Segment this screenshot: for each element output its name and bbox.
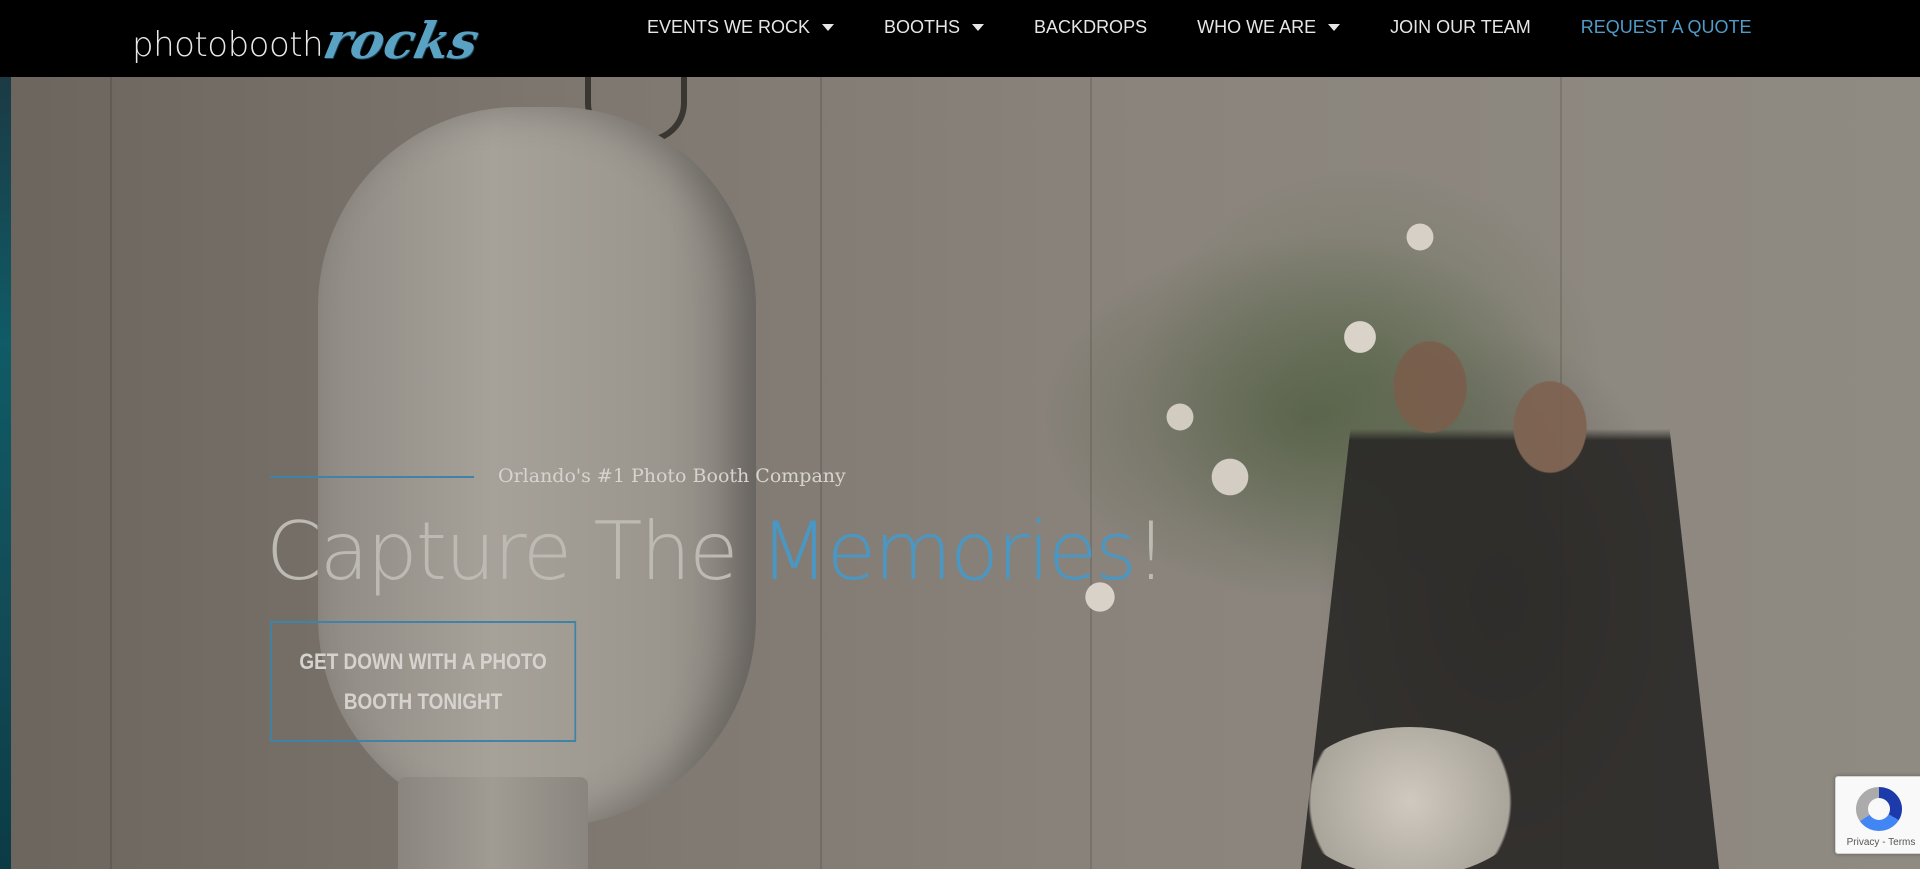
nav-label: BACKDROPS [1034,16,1148,37]
nav-label: BOOTHS [884,16,961,37]
caret-down-icon [1328,23,1341,31]
nav-label: WHO WE ARE [1197,16,1317,37]
headline-end: ! [1134,505,1167,598]
recaptcha-icon [1856,787,1902,831]
hero-headline: Capture The Memories! [266,512,1167,592]
nav-label: REQUEST A QUOTE [1580,16,1752,37]
nav-label: EVENTS WE ROCK [647,16,811,37]
cta-button[interactable]: GET DOWN WITH A PHOTO BOOTH TONIGHT [270,621,577,742]
nav-label: JOIN OUR TEAM [1390,16,1531,37]
nav-events-we-rock[interactable]: EVENTS WE ROCK [647,16,835,38]
nav-booths[interactable]: BOOTHS [884,16,985,38]
nav-join-our-team[interactable]: JOIN OUR TEAM [1390,17,1531,38]
caret-down-icon [972,23,985,31]
recaptcha-badge[interactable]: Privacy - Terms [1835,776,1920,854]
site-header: photobooth rocks EVENTS WE ROCK BOOTHS B… [0,0,1920,77]
nav-backdrops[interactable]: BACKDROPS [1034,17,1147,38]
nav-request-a-quote[interactable]: REQUEST A QUOTE [1581,17,1752,38]
main-nav: EVENTS WE ROCK BOOTHS BACKDROPS WHO WE A… [647,0,1752,54]
nav-who-we-are[interactable]: WHO WE ARE [1197,16,1341,38]
hero-tagline: Orlando's #1 Photo Booth Company [498,465,846,487]
headline-text: Capture The [266,505,760,598]
hero-content: Orlando's #1 Photo Booth Company Capture… [0,0,1920,869]
logo-script: rocks [318,11,485,70]
site-logo[interactable]: photobooth rocks [132,2,484,70]
logo-wordmark: photobooth [132,25,324,65]
headline-accent: Memories [759,505,1137,598]
cta-label: GET DOWN WITH A PHOTO BOOTH TONIGHT [299,648,547,714]
caret-down-icon [822,23,835,31]
tagline-rule [270,476,474,478]
recaptcha-links[interactable]: Privacy - Terms [1840,837,1920,848]
